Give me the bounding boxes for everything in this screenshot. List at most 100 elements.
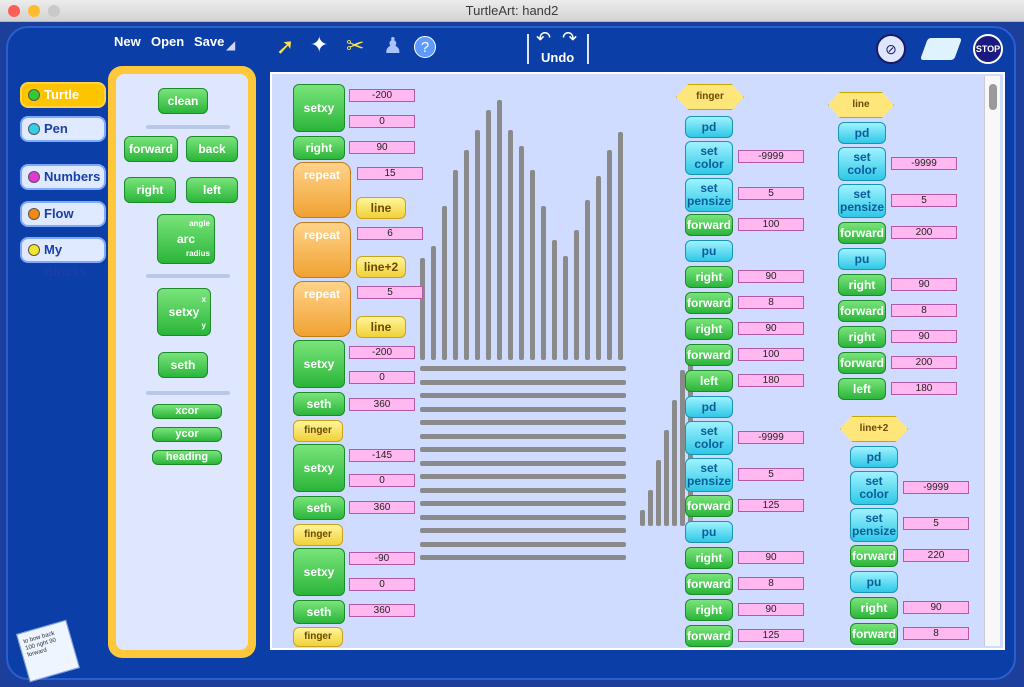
xcor-block[interactable]: xcor <box>152 404 222 419</box>
undo-icon[interactable]: ↶ <box>536 28 551 49</box>
pu-block[interactable]: pu <box>850 571 898 593</box>
number-block[interactable]: 180 <box>891 382 957 395</box>
forward-block[interactable]: forward <box>685 625 733 647</box>
pu-block[interactable]: pu <box>685 240 733 262</box>
forward-block[interactable]: forward <box>124 136 178 162</box>
number-block[interactable]: 100 <box>738 218 804 231</box>
number-block[interactable]: -90 <box>349 552 415 565</box>
open-button[interactable]: Open <box>151 34 184 49</box>
number-block[interactable]: -9999 <box>738 431 804 444</box>
stamp-icon[interactable]: ♟ <box>383 33 403 59</box>
new-button[interactable]: New <box>114 34 141 49</box>
pu-block[interactable]: pu <box>838 248 886 270</box>
number-block[interactable]: 5 <box>738 468 804 481</box>
right-block[interactable]: right <box>685 318 733 340</box>
pd-block[interactable]: pd <box>685 396 733 418</box>
set-pensize-block[interactable]: set pensize <box>685 178 733 212</box>
seth-block[interactable]: seth <box>158 352 208 378</box>
number-block[interactable]: 90 <box>738 322 804 335</box>
number-block[interactable]: 360 <box>349 501 415 514</box>
number-block[interactable]: 5 <box>357 286 423 299</box>
number-block[interactable]: 5 <box>891 194 957 207</box>
line-plus-2-hat-block[interactable]: line+2 <box>840 416 908 442</box>
number-block[interactable]: -9999 <box>738 150 804 163</box>
number-block[interactable]: 5 <box>903 517 969 530</box>
number-block[interactable]: 220 <box>903 549 969 562</box>
save-button[interactable]: Save <box>194 34 224 49</box>
finger-stack-block[interactable]: finger <box>293 524 343 546</box>
number-block[interactable]: 90 <box>738 551 804 564</box>
number-block[interactable]: -200 <box>349 346 415 359</box>
number-block[interactable]: 180 <box>738 374 804 387</box>
tab-pen[interactable]: Pen <box>20 116 106 142</box>
number-block[interactable]: -9999 <box>903 481 969 494</box>
canvas-scrollbar[interactable] <box>984 76 1000 646</box>
scrollbar-thumb[interactable] <box>989 84 997 110</box>
set-pensize-block[interactable]: set pensize <box>685 458 733 492</box>
number-block[interactable]: -9999 <box>891 157 957 170</box>
repeat-block[interactable]: repeat <box>293 222 351 278</box>
number-block[interactable]: 0 <box>349 371 415 384</box>
right-block[interactable]: right <box>838 274 886 296</box>
ycor-block[interactable]: ycor <box>152 427 222 442</box>
number-block[interactable]: 90 <box>738 603 804 616</box>
set-color-block[interactable]: set color <box>838 147 886 181</box>
forward-block[interactable]: forward <box>838 300 886 322</box>
right-block[interactable]: right <box>685 599 733 621</box>
heading-block[interactable]: heading <box>152 450 222 465</box>
seth-block[interactable]: seth <box>293 496 345 520</box>
pd-block[interactable]: pd <box>850 446 898 468</box>
number-block[interactable]: 360 <box>349 604 415 617</box>
number-block[interactable]: 0 <box>349 578 415 591</box>
number-block[interactable]: 125 <box>738 629 804 642</box>
line-plus-2-stack-block[interactable]: line+2 <box>356 256 406 278</box>
finger-hat-block[interactable]: finger <box>676 84 744 110</box>
number-block[interactable]: 8 <box>738 577 804 590</box>
number-block[interactable]: -145 <box>349 449 415 462</box>
line-stack-block[interactable]: line <box>356 316 406 338</box>
close-icon[interactable] <box>8 5 20 17</box>
seth-block[interactable]: seth <box>293 600 345 624</box>
repeat-block[interactable]: repeat <box>293 162 351 218</box>
setxy-block[interactable]: setxy <box>293 84 345 132</box>
back-block[interactable]: back <box>186 136 238 162</box>
number-block[interactable]: 8 <box>738 296 804 309</box>
number-block[interactable]: 200 <box>891 226 957 239</box>
forward-block[interactable]: forward <box>850 623 898 645</box>
number-block[interactable]: 0 <box>349 115 415 128</box>
stop-button[interactable]: STOP <box>973 34 1003 64</box>
number-block[interactable]: 90 <box>903 601 969 614</box>
scissors-icon[interactable]: ✂ <box>346 33 364 59</box>
number-block[interactable]: 100 <box>738 348 804 361</box>
number-block[interactable]: 0 <box>349 474 415 487</box>
right-block[interactable]: right <box>293 136 345 160</box>
number-block[interactable]: -200 <box>349 89 415 102</box>
pointer-icon[interactable]: ➚ <box>276 34 294 60</box>
tab-my-blocks[interactable]: My Blocks <box>20 237 106 279</box>
right-block[interactable]: right <box>685 266 733 288</box>
forward-block[interactable]: forward <box>850 545 898 567</box>
set-pensize-block[interactable]: set pensize <box>838 184 886 218</box>
redo-icon[interactable]: ↷ <box>562 28 577 49</box>
number-block[interactable]: 5 <box>738 187 804 200</box>
undo-button[interactable]: Undo <box>541 50 574 65</box>
seth-block[interactable]: seth <box>293 392 345 416</box>
clean-block[interactable]: clean <box>158 88 208 114</box>
finger-stack-block[interactable]: finger <box>293 627 343 647</box>
tab-numbers[interactable]: Numbers <box>20 164 106 190</box>
right-block[interactable]: right <box>838 326 886 348</box>
left-block[interactable]: left <box>838 378 886 400</box>
pd-block[interactable]: pd <box>838 122 886 144</box>
number-block[interactable]: 360 <box>349 398 415 411</box>
pd-block[interactable]: pd <box>685 116 733 138</box>
set-color-block[interactable]: set color <box>850 471 898 505</box>
forward-block[interactable]: forward <box>838 352 886 374</box>
number-block[interactable]: 8 <box>903 627 969 640</box>
number-block[interactable]: 90 <box>891 330 957 343</box>
help-icon[interactable]: ? <box>414 36 436 58</box>
forward-block[interactable]: forward <box>685 344 733 366</box>
hide-blocks-icon[interactable]: ⊘ <box>876 34 906 64</box>
tab-turtle[interactable]: Turtle <box>20 82 106 108</box>
repeat-block[interactable]: repeat <box>293 281 351 337</box>
line-hat-block[interactable]: line <box>828 92 894 118</box>
